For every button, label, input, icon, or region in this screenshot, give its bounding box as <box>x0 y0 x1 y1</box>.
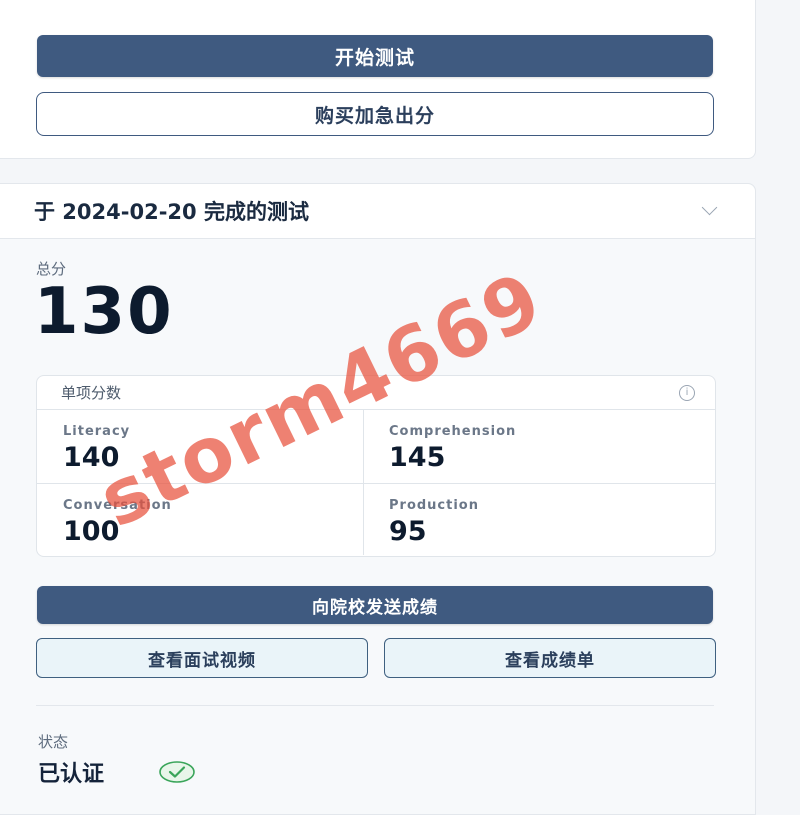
subscore-value: 100 <box>63 516 120 547</box>
subscore-value: 95 <box>389 516 427 547</box>
subscore-value: 140 <box>63 442 120 473</box>
subscore-production: Production 95 <box>363 486 688 558</box>
buy-express-button[interactable]: 购买加急出分 <box>36 92 714 136</box>
subscores-panel: 单项分数 i Literacy 140 Comprehension 145 Co… <box>36 375 716 557</box>
result-title: 于 2024-02-20 完成的测试 <box>34 200 309 224</box>
subscores-title: 单项分数 <box>61 384 122 402</box>
subscore-conversation: Conversation 100 <box>37 486 362 558</box>
status-value: 已认证 <box>38 762 105 787</box>
subscores-header: 单项分数 i <box>37 376 715 410</box>
start-test-button[interactable]: 开始测试 <box>37 35 713 77</box>
subscore-comprehension: Comprehension 145 <box>363 412 688 484</box>
divider <box>36 705 714 706</box>
total-score-value: 130 <box>34 275 174 349</box>
subscore-name: Literacy <box>63 424 131 439</box>
subscore-literacy: Literacy 140 <box>37 412 362 484</box>
view-interview-video-button[interactable]: 查看面试视频 <box>36 638 368 678</box>
info-icon[interactable]: i <box>679 385 695 401</box>
actions-card: 开始测试 购买加急出分 <box>0 0 756 159</box>
send-to-schools-button[interactable]: 向院校发送成绩 <box>37 586 713 624</box>
view-score-report-button[interactable]: 查看成绩单 <box>384 638 716 678</box>
chevron-down-icon[interactable] <box>701 199 718 216</box>
subscore-name: Conversation <box>63 498 172 513</box>
subscore-name: Production <box>389 498 479 513</box>
subscore-value: 145 <box>389 442 446 473</box>
verified-check-icon <box>159 761 195 783</box>
subscore-name: Comprehension <box>389 424 517 439</box>
result-header[interactable]: 于 2024-02-20 完成的测试 <box>0 184 755 239</box>
status-label: 状态 <box>38 733 69 751</box>
